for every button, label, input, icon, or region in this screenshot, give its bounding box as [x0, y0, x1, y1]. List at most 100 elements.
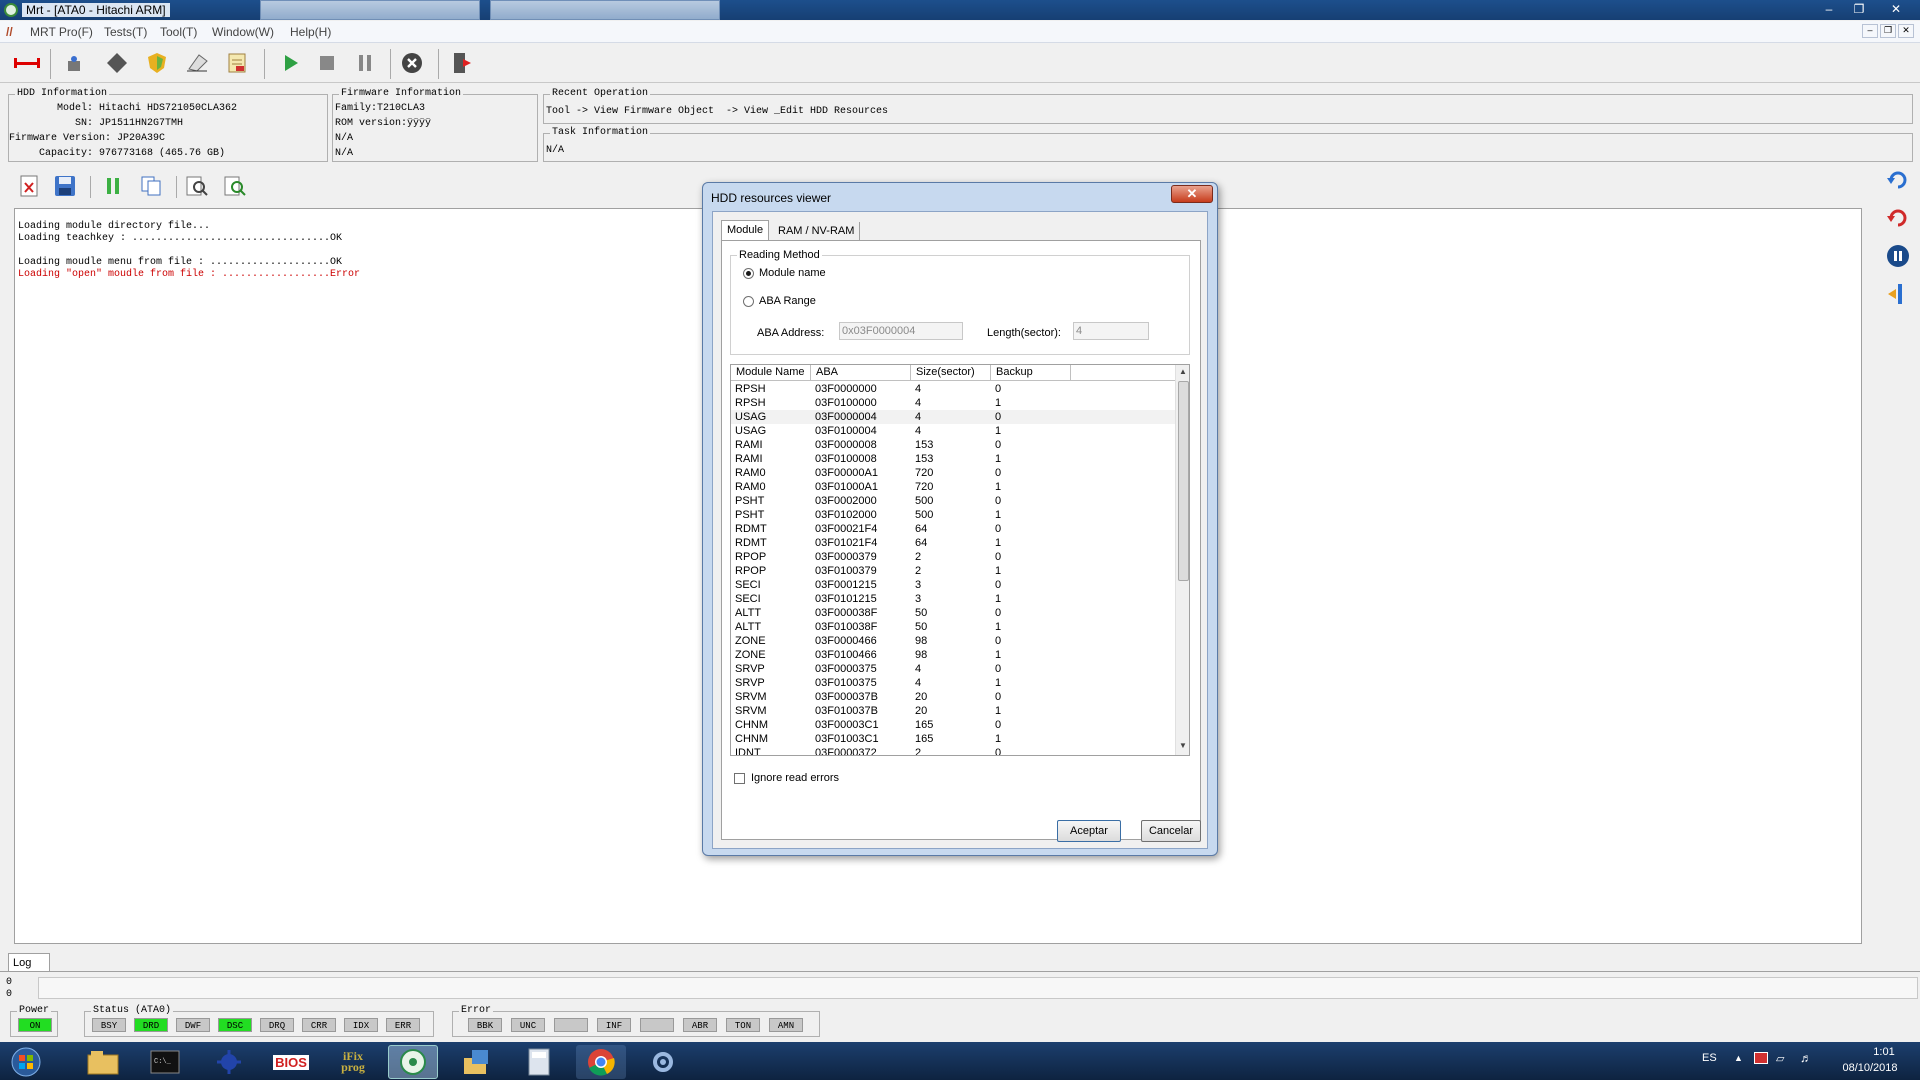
table-row[interactable]: RAM0 03F01000A1 720 1 [731, 480, 1175, 494]
cancel-icon[interactable] [397, 49, 427, 77]
shield-icon[interactable] [142, 49, 172, 77]
aba-cell: 03F0100466 [815, 649, 877, 661]
copy-log-icon[interactable] [136, 172, 166, 200]
menu-window[interactable]: Window(W) [212, 25, 274, 39]
table-row[interactable]: RAMI 03F0000008 153 0 [731, 438, 1175, 452]
flag-icon[interactable] [1754, 1052, 1768, 1064]
calculator-icon[interactable] [514, 1045, 564, 1079]
maximize-button[interactable]: ❐ [1846, 1, 1872, 17]
table-row[interactable]: RDMT 03F01021F4 64 1 [731, 536, 1175, 550]
tab-log[interactable]: Log [8, 953, 50, 971]
stop-icon[interactable] [312, 49, 342, 77]
table-row[interactable]: SRVP 03F0000375 4 0 [731, 662, 1175, 676]
drive-tool-icon[interactable] [60, 49, 90, 77]
menu-mrt-pro[interactable]: MRT Pro(F) [30, 25, 93, 39]
module-name-radio[interactable] [743, 268, 754, 279]
pause-icon[interactable] [350, 49, 380, 77]
table-row[interactable]: ZONE 03F0100466 98 1 [731, 648, 1175, 662]
table-row[interactable]: IDNT 03F0000372 2 0 [731, 746, 1175, 755]
clock-date[interactable]: 08/10/2018 [1830, 1062, 1910, 1074]
connect-icon[interactable] [12, 49, 42, 77]
settings-icon[interactable] [638, 1045, 688, 1079]
language-indicator[interactable]: ES [1702, 1052, 1717, 1064]
table-row[interactable]: ZONE 03F0000466 98 0 [731, 634, 1175, 648]
table-row[interactable]: SRVP 03F0100375 4 1 [731, 676, 1175, 690]
clock-time[interactable]: 1:01 [1854, 1046, 1914, 1058]
start-button[interactable] [6, 1044, 46, 1080]
chip-icon[interactable] [102, 49, 132, 77]
table-row[interactable]: RPSH 03F0100000 4 1 [731, 396, 1175, 410]
undo-icon[interactable] [1882, 164, 1914, 196]
table-row[interactable]: ALTT 03F000038F 50 0 [731, 606, 1175, 620]
save-log-icon[interactable] [50, 172, 80, 200]
table-row[interactable]: PSHT 03F0102000 500 1 [731, 508, 1175, 522]
mdi-minimize-button[interactable]: – [1862, 24, 1878, 38]
close-button[interactable]: ✕ [1876, 1, 1916, 17]
table-row[interactable]: ALTT 03F010038F 50 1 [731, 620, 1175, 634]
files-icon[interactable] [452, 1045, 502, 1079]
redo-icon[interactable] [1882, 202, 1914, 234]
report-icon[interactable] [222, 49, 252, 77]
pause-circle-icon[interactable] [1882, 240, 1914, 272]
table-row[interactable]: SRVM 03F010037B 20 1 [731, 704, 1175, 718]
ifix-prog-icon[interactable]: iFix prog [328, 1045, 378, 1079]
list-scrollbar[interactable]: ▲ ▼ [1175, 365, 1189, 755]
erase-icon[interactable] [182, 49, 212, 77]
play-icon[interactable] [276, 49, 306, 77]
scroll-down-icon[interactable]: ▼ [1179, 741, 1187, 750]
accept-button[interactable]: Aceptar [1057, 820, 1121, 842]
menu-tests[interactable]: Tests(T) [104, 25, 147, 39]
volume-icon[interactable]: ♬ [1800, 1051, 1812, 1065]
chrome-icon[interactable] [576, 1045, 626, 1079]
module-list[interactable]: Module Name ABA Size(sector) Backup RPSH… [730, 364, 1190, 756]
clear-log-icon[interactable] [14, 172, 44, 200]
tray-expand-icon[interactable]: ▲ [1734, 1053, 1743, 1063]
table-row[interactable]: SRVM 03F000037B 20 0 [731, 690, 1175, 704]
find-next-icon[interactable] [220, 172, 250, 200]
mdi-restore-button[interactable]: ❐ [1880, 24, 1896, 38]
dialog-close-button[interactable]: ✕ [1171, 185, 1213, 203]
tab-module[interactable]: Module [721, 220, 770, 240]
network-icon[interactable]: ▱ [1776, 1052, 1784, 1065]
explorer-icon[interactable] [78, 1045, 128, 1079]
table-row[interactable]: SECI 03F0101215 3 1 [731, 592, 1175, 606]
table-row[interactable]: RPSH 03F0000000 4 0 [731, 382, 1175, 396]
step-icon[interactable] [1882, 278, 1914, 310]
table-row[interactable]: RPOP 03F0000379 2 0 [731, 550, 1175, 564]
scrollbar-thumb[interactable] [1178, 381, 1189, 581]
cmd-icon[interactable]: C:\_ [140, 1045, 190, 1079]
table-row[interactable]: PSHT 03F0002000 500 0 [731, 494, 1175, 508]
column-header-backup[interactable]: Backup [991, 365, 1071, 380]
bios-icon[interactable]: BIOS [266, 1045, 316, 1079]
table-row[interactable]: RDMT 03F00021F4 64 0 [731, 522, 1175, 536]
pause-log-icon[interactable] [98, 172, 128, 200]
table-row[interactable]: RPOP 03F0100379 2 1 [731, 564, 1175, 578]
mdi-close-button[interactable]: ✕ [1898, 24, 1914, 38]
aba-range-radio[interactable] [743, 296, 754, 307]
table-row[interactable]: USAG 03F0100004 4 1 [731, 424, 1175, 438]
column-header-size[interactable]: Size(sector) [911, 365, 991, 380]
tool-icon[interactable] [204, 1045, 254, 1079]
ignore-read-errors-checkbox[interactable] [734, 773, 745, 784]
cancel-button[interactable]: Cancelar [1141, 820, 1201, 842]
table-row[interactable]: RAMI 03F0100008 153 1 [731, 452, 1175, 466]
column-header-aba[interactable]: ABA [811, 365, 911, 380]
tab-ram-nvram[interactable]: RAM / NV-RAM [773, 222, 861, 242]
aba-address-input[interactable]: 0x03F0000004 [839, 322, 963, 340]
length-input[interactable]: 4 [1073, 322, 1149, 340]
scroll-up-icon[interactable]: ▲ [1179, 367, 1187, 376]
backup-cell: 0 [995, 523, 1002, 535]
menu-help[interactable]: Help(H) [290, 25, 331, 39]
find-icon[interactable] [182, 172, 212, 200]
menu-tool[interactable]: Tool(T) [160, 25, 197, 39]
table-row[interactable]: CHNM 03F01003C1 165 1 [731, 732, 1175, 746]
table-row[interactable]: CHNM 03F00003C1 165 0 [731, 718, 1175, 732]
mrt-icon[interactable] [388, 1045, 438, 1079]
table-row[interactable]: SECI 03F0001215 3 0 [731, 578, 1175, 592]
table-row[interactable]: RAM0 03F00000A1 720 0 [731, 466, 1175, 480]
table-row[interactable]: USAG 03F0000004 4 0 [731, 410, 1175, 424]
column-header-module-name[interactable]: Module Name [731, 365, 811, 380]
exit-icon[interactable] [448, 49, 478, 77]
minimize-button[interactable]: – [1816, 1, 1842, 17]
progress-bar [38, 977, 1918, 999]
